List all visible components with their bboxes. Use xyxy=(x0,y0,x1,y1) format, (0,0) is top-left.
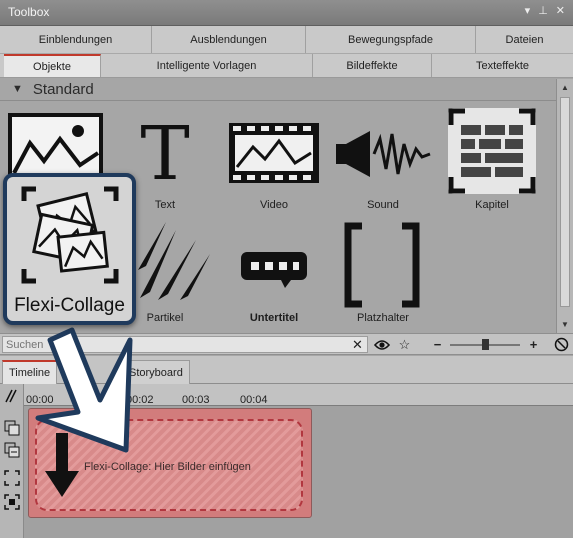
zoom-slider-knob[interactable] xyxy=(482,339,489,350)
zoom-slider[interactable] xyxy=(450,339,520,350)
add-track-icon[interactable] xyxy=(4,420,20,436)
fit-width-icon[interactable] xyxy=(4,470,20,486)
scroll-up-icon[interactable]: ▲ xyxy=(561,83,569,92)
placeholder-brackets-icon xyxy=(344,222,420,308)
svg-text:T: T xyxy=(140,119,189,184)
object-platzhalter[interactable]: Platzhalter xyxy=(328,216,438,333)
tab-label: Dateien xyxy=(505,33,544,46)
remove-track-icon[interactable] xyxy=(4,442,20,458)
eye-icon[interactable] xyxy=(372,336,391,353)
tab-dateien[interactable]: Dateien xyxy=(476,26,573,53)
fit-all-icon[interactable] xyxy=(4,494,20,510)
flexi-collage-label: Flexi-Collage xyxy=(14,295,125,316)
tab-label: Texteffekte xyxy=(476,59,529,72)
tab-texteffekte[interactable]: Texteffekte xyxy=(432,54,573,77)
clear-search-icon[interactable]: ✕ xyxy=(348,336,367,353)
platzhalter-label: Platzhalter xyxy=(357,312,409,324)
tab-intelligente-vorlagen[interactable]: Intelligente Vorlagen xyxy=(101,54,313,77)
scroll-down-icon[interactable]: ▼ xyxy=(561,320,569,329)
tab-label: Ausblendungen xyxy=(190,33,267,46)
tab-bildeffekte[interactable]: Bildeffekte xyxy=(313,54,432,77)
kapitel-label: Kapitel xyxy=(475,199,509,211)
tab-einblendungen[interactable]: Einblendungen xyxy=(0,26,152,53)
timeline-tools xyxy=(0,384,24,538)
subtitle-bubble-icon xyxy=(241,252,307,288)
zoom-in-icon[interactable]: + xyxy=(524,336,543,353)
object-video[interactable]: Video xyxy=(219,101,329,216)
ruler-tick: 00:04 xyxy=(240,394,268,406)
tab-label: Einblendungen xyxy=(38,33,113,46)
tab-label: Intelligente Vorlagen xyxy=(156,59,257,72)
clip-label: Flexi-Collage: Hier Bilder einfügen xyxy=(84,461,251,473)
zoom-fit-icon[interactable] xyxy=(552,336,571,353)
tab-objekte[interactable]: Objekte xyxy=(4,54,101,77)
dropdown-icon[interactable]: ▾ xyxy=(525,4,531,17)
video-label: Video xyxy=(260,199,288,211)
tab-label: Bildeffekte xyxy=(346,59,398,72)
object-untertitel[interactable]: Untertitel xyxy=(219,216,329,333)
flexi-collage-icon xyxy=(21,186,119,284)
chapter-grid-icon xyxy=(448,108,536,194)
close-icon[interactable]: ✕ xyxy=(556,4,565,17)
star-icon[interactable]: ☆ xyxy=(395,336,414,353)
untertitel-label: Untertitel xyxy=(249,312,299,324)
sound-label: Sound xyxy=(367,199,399,211)
tab-ausblendungen[interactable]: Ausblendungen xyxy=(152,26,306,53)
zoom-out-icon[interactable]: − xyxy=(428,336,447,353)
particle-streaks-icon xyxy=(138,222,210,300)
snap-tool-icon[interactable] xyxy=(4,388,20,404)
tab-label: Bewegungspfade xyxy=(347,33,433,46)
tab-bewegungspfade[interactable]: Bewegungspfade xyxy=(306,26,476,53)
tab-row-1: Einblendungen Ausblendungen Bewegungspfa… xyxy=(0,26,573,54)
film-strip-icon xyxy=(229,123,319,183)
scrollbar-thumb[interactable] xyxy=(560,97,570,307)
text-t-icon: T xyxy=(140,119,189,184)
tab-row-2: Objekte Intelligente Vorlagen Bildeffekt… xyxy=(0,54,573,78)
collapse-triangle-icon[interactable]: ▼ xyxy=(12,83,23,95)
object-sound[interactable]: Sound xyxy=(328,101,438,216)
toolbox-scrollbar[interactable]: ▲ ▼ xyxy=(556,79,573,333)
toolbox-titlebar: Toolbox ▾ ⊥ ✕ xyxy=(0,0,573,26)
pin-icon[interactable]: ⊥ xyxy=(538,4,548,17)
flexi-collage-highlight[interactable]: Flexi-Collage xyxy=(3,173,136,325)
speaker-wave-icon xyxy=(336,131,431,177)
ruler-tick: 00:03 xyxy=(182,394,210,406)
window-title: Toolbox xyxy=(8,5,50,19)
section-title: Standard xyxy=(32,81,94,98)
tab-label: Objekte xyxy=(33,60,71,73)
object-kapitel[interactable]: Kapitel xyxy=(437,101,547,216)
section-header[interactable]: ▼ Standard xyxy=(0,79,556,101)
